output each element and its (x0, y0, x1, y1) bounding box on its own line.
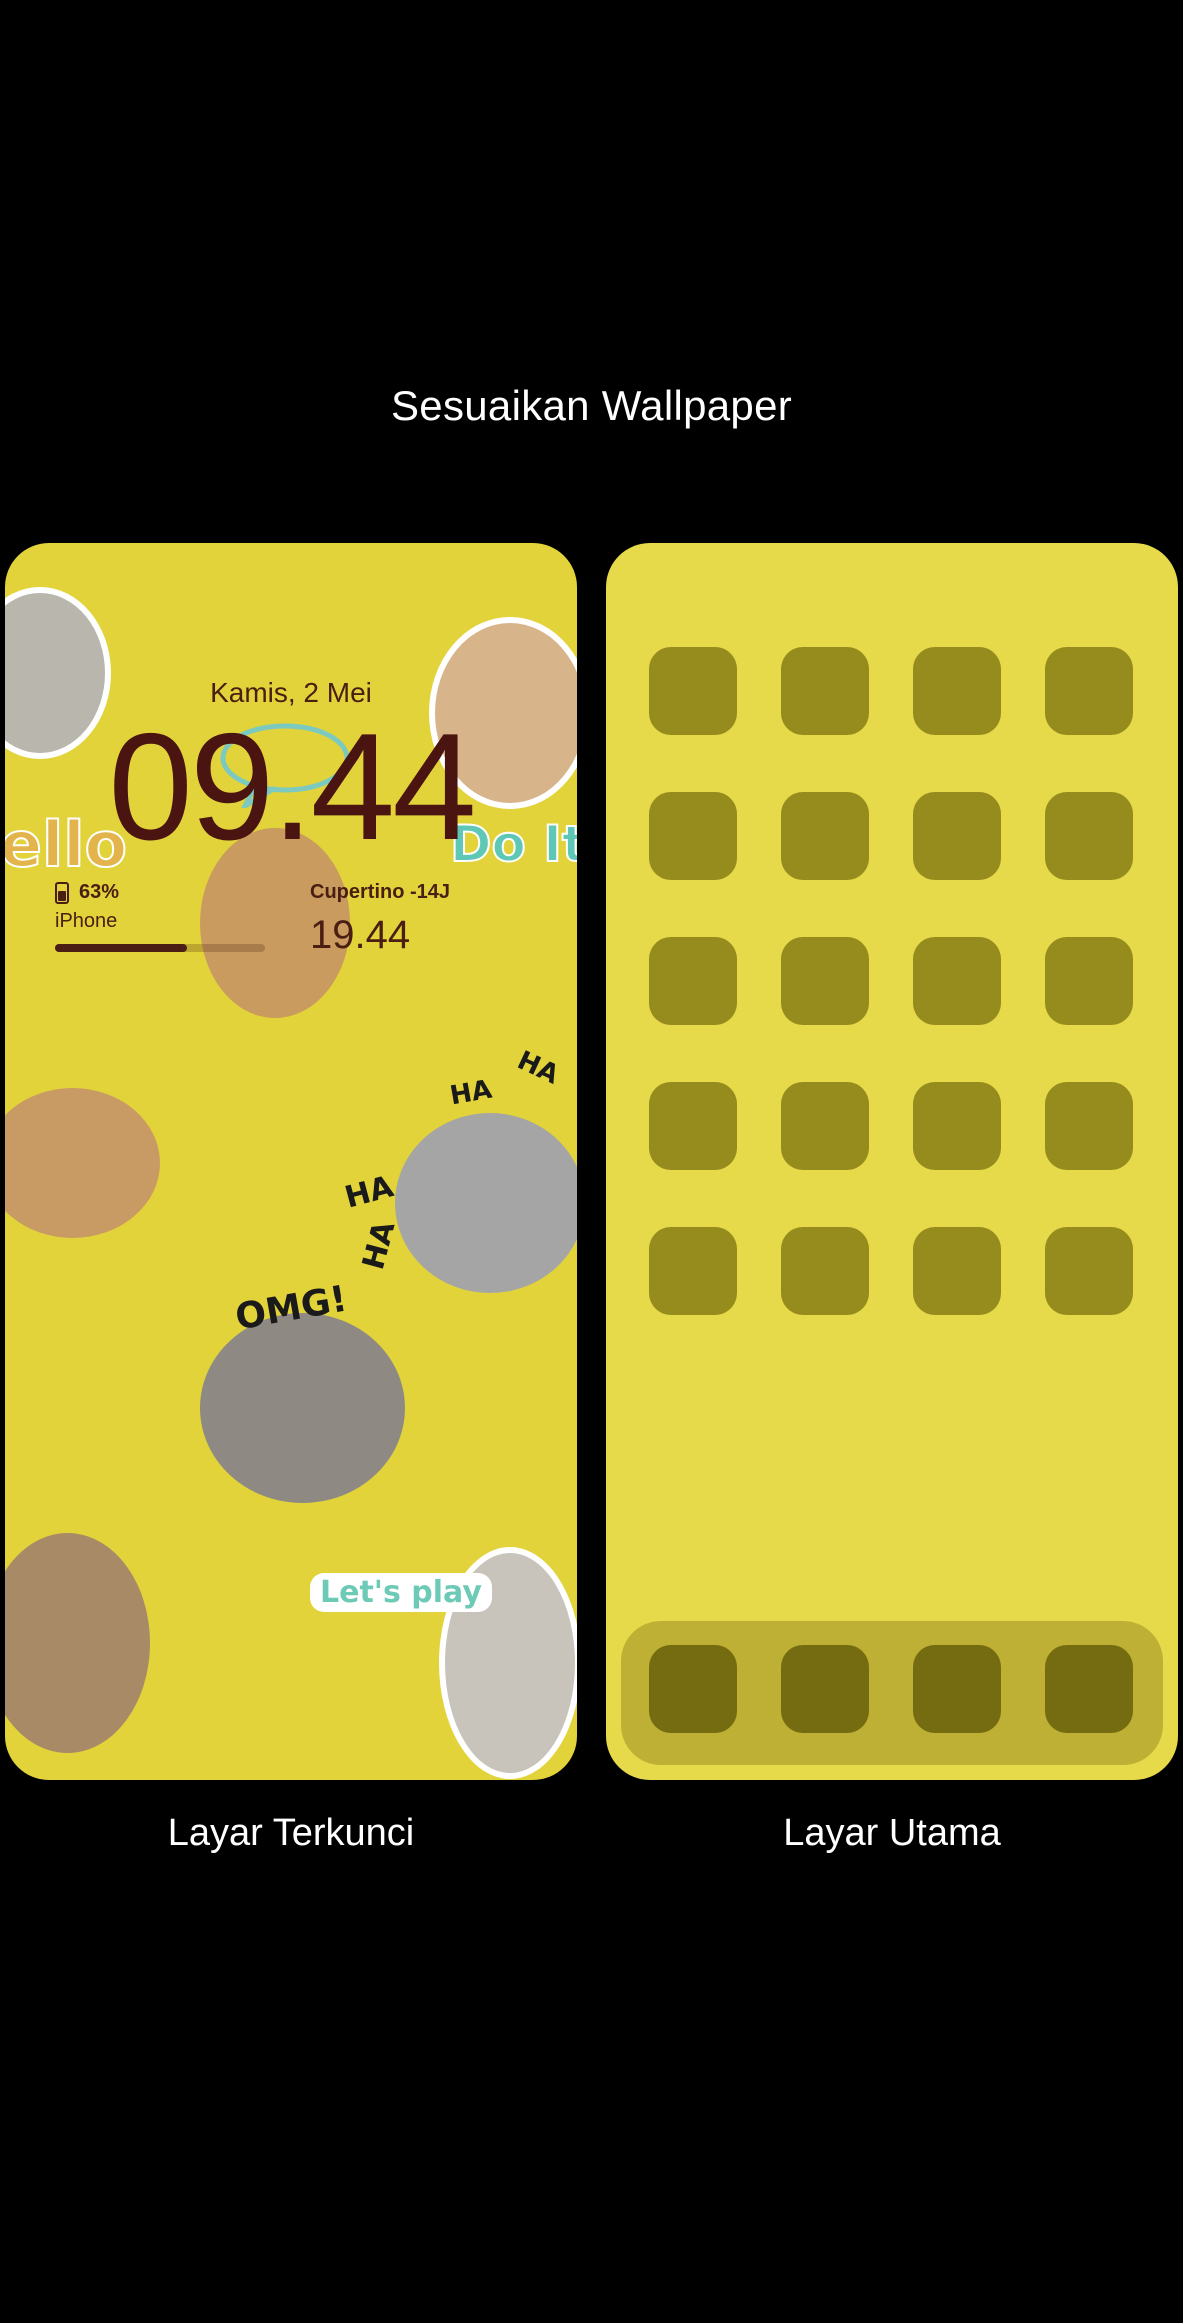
home-screen-caption: Layar Utama (783, 1812, 1001, 1854)
app-icon-placeholder (913, 792, 1001, 880)
page-title: Sesuaikan Wallpaper (390, 382, 793, 429)
lock-clock: 09.44 (108, 702, 476, 872)
battery-widget: 63% (55, 881, 119, 904)
dock-app-icon-placeholder (649, 1645, 737, 1733)
app-icon-placeholder (781, 937, 869, 1025)
app-icon-placeholder (913, 937, 1001, 1025)
app-icon-placeholder (649, 792, 737, 880)
lock-screen-caption: Layar Terkunci (167, 1812, 415, 1854)
app-icon-placeholder (781, 1227, 869, 1315)
home-screen-preview[interactable] (606, 543, 1178, 1780)
world-clock-city: Cupertino -14J (310, 881, 451, 903)
cat-sticker-gray-laughing (395, 1113, 577, 1293)
battery-level-fill (55, 944, 188, 952)
lock-screen-preview[interactable]: ello Do It Let's play OMG! HA HA HA HA K… (5, 543, 577, 1780)
app-icon-placeholder (781, 1082, 869, 1170)
app-icon-placeholder (1045, 647, 1133, 735)
app-icon-placeholder (649, 1082, 737, 1170)
battery-percent: 63% (79, 881, 120, 903)
app-icon-placeholder (649, 1227, 737, 1315)
app-icon-placeholder (1045, 1082, 1133, 1170)
app-icon-placeholder (1045, 1227, 1133, 1315)
dock-app-icon-placeholder (913, 1645, 1001, 1733)
doodle-ha-4: HA (356, 1217, 403, 1274)
world-clock-time: 19.44 (310, 913, 411, 957)
app-icon-placeholder (913, 1082, 1001, 1170)
dock-apps (649, 1645, 1133, 1733)
app-icon-placeholder (913, 647, 1001, 735)
dock-app-icon-placeholder (781, 1645, 869, 1733)
doodle-ha-3: HA (341, 1169, 398, 1216)
battery-device-name: iPhone (55, 910, 118, 932)
doodle-ha-2: HA (512, 1045, 564, 1091)
app-icon-placeholder (1045, 937, 1133, 1025)
dock (621, 1621, 1163, 1765)
app-icon-placeholder (781, 792, 869, 880)
sticker-lets-play: Let's play (310, 1573, 492, 1612)
cat-sticker-orange-left (5, 1088, 160, 1238)
app-icon-placeholder (913, 1227, 1001, 1315)
battery-icon (55, 881, 69, 904)
cat-sticker-tabby-bottom-left (5, 1533, 150, 1753)
app-icon-placeholder (1045, 792, 1133, 880)
app-icon-placeholder (649, 647, 737, 735)
dock-app-icon-placeholder (1045, 1645, 1133, 1733)
app-grid (649, 647, 1133, 1315)
app-icon-placeholder (649, 937, 737, 1025)
battery-level-bar (55, 944, 265, 952)
app-icon-placeholder (781, 647, 869, 735)
cat-sticker-gray-center (200, 1313, 405, 1503)
doodle-ha-1: HA (447, 1074, 495, 1112)
